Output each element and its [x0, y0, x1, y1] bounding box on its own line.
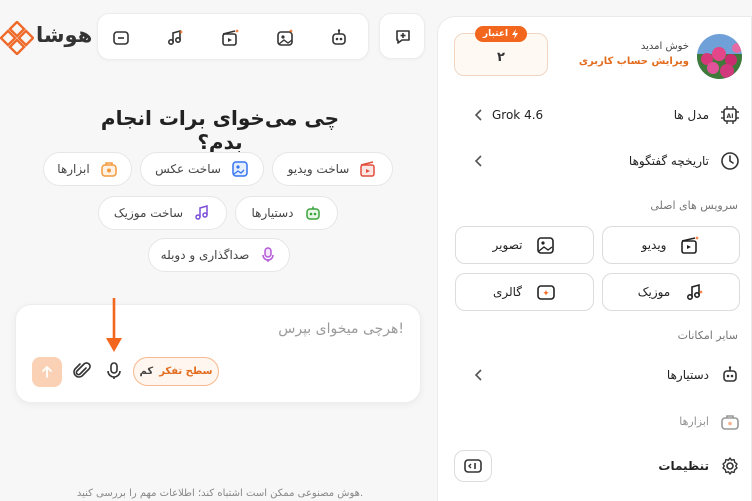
send-button[interactable]	[32, 357, 62, 387]
page-heading: چی می‌خوای برات انجام بدم؟	[100, 106, 340, 154]
clock-icon	[721, 152, 739, 170]
chevron-left-icon	[474, 369, 482, 381]
avatar[interactable]	[697, 34, 742, 79]
music-note-icon	[193, 204, 211, 222]
chat-input[interactable]: هرچی میخوای بپرس!	[278, 321, 404, 337]
chip-label: ساخت ویدیو	[287, 162, 350, 176]
credit-card[interactable]: اعتبار ۲	[454, 26, 548, 76]
thinking-level-button[interactable]: کم سطح تفکر	[133, 357, 219, 386]
tools-row[interactable]: ابزارها	[454, 409, 742, 435]
chevron-left-icon	[474, 155, 482, 167]
chip-create-video[interactable]: ساخت ویدیو	[272, 152, 393, 186]
video-clapper-icon[interactable]	[220, 28, 240, 48]
arrow-up-icon	[42, 366, 52, 378]
credit-badge: اعتبار	[475, 26, 527, 42]
music-note-icon[interactable]	[165, 28, 185, 48]
chip-tools[interactable]: ابزارها	[43, 152, 132, 186]
chat-history-row[interactable]: تاریخچه گفتگوها	[454, 148, 742, 174]
chip-dubbing[interactable]: صداگذاری و دوبله	[148, 238, 290, 272]
assistants-label: دستیارها	[666, 368, 709, 382]
svg-text:AI: AI	[727, 113, 734, 120]
video-clapper-icon	[680, 235, 700, 255]
image-edit-icon[interactable]	[275, 28, 295, 48]
service-label: تصویر	[492, 238, 523, 252]
chip-assistants[interactable]: دستیارها	[235, 196, 338, 230]
edit-profile-link[interactable]: ویرایش حساب کاربری	[560, 56, 689, 67]
new-chat-button[interactable]	[379, 13, 425, 59]
lightning-icon	[512, 29, 519, 39]
chip-label: دستیارها	[251, 206, 294, 220]
welcome-text: خوش امدید	[640, 41, 689, 52]
chevron-left-icon	[474, 109, 482, 121]
chip-create-music[interactable]: ساخت موزیک	[98, 196, 227, 230]
disclaimer-text: هوش مصنوعی ممکن است اشتباه کند؛ اطلاعات …	[76, 488, 364, 499]
top-toolbar	[97, 13, 369, 60]
service-image-button[interactable]: تصویر	[455, 226, 594, 264]
service-label: موزیک	[637, 285, 671, 299]
chip-label: صداگذاری و دوبله	[160, 248, 250, 262]
chat-input-box: هرچی میخوای بپرس! کم سطح تفکر	[15, 304, 421, 403]
service-gallery-button[interactable]: گالری	[455, 273, 594, 311]
robot-icon	[723, 366, 737, 382]
microphone-icon[interactable]	[104, 361, 124, 381]
video-clapper-icon	[359, 160, 377, 178]
tools-label: ابزارها	[679, 415, 709, 428]
service-video-button[interactable]: ویدیو	[602, 226, 740, 264]
thinking-level-value: کم	[139, 366, 154, 377]
annotation-arrow-icon	[104, 296, 124, 356]
model-selector-row[interactable]: Grok 4.6 مدل ها AI	[454, 102, 742, 128]
model-label: مدل ها	[673, 108, 709, 122]
chat-plus-icon	[393, 27, 413, 47]
thinking-level-label: سطح تفکر	[159, 366, 213, 377]
robot-icon	[304, 204, 322, 222]
assistants-row[interactable]: دستیارها	[454, 362, 742, 388]
chat-history-label: تاریخچه گفتگوها	[628, 154, 709, 168]
music-note-icon	[684, 282, 704, 302]
toolbox-icon	[721, 415, 739, 430]
service-music-button[interactable]: موزیک	[602, 273, 740, 311]
other-features-title: سایر امکانات	[677, 329, 738, 342]
image-edit-icon	[536, 235, 556, 255]
image-edit-icon	[231, 160, 249, 178]
collapse-sidebar-button[interactable]	[454, 450, 492, 482]
chip-create-image[interactable]: ساخت عکس	[140, 152, 264, 186]
credit-label: اعتبار	[482, 29, 509, 39]
brand-name: هوشا	[36, 23, 93, 47]
chip-label: ساخت عکس	[155, 162, 221, 176]
chip-label: ساخت موزیک	[113, 206, 184, 220]
avatar-photo	[697, 34, 742, 79]
settings-label: تنظیمات	[658, 459, 709, 473]
logo[interactable]: هوشا	[0, 18, 95, 58]
folder-icon[interactable]	[111, 28, 131, 48]
gear-icon	[722, 457, 738, 475]
settings-row[interactable]: تنظیمات	[454, 453, 742, 479]
robot-icon[interactable]	[329, 28, 349, 48]
ai-chip-icon: AI	[721, 106, 739, 124]
credit-value: ۲	[497, 50, 505, 65]
toolbox-icon	[100, 160, 118, 178]
sidebar-collapse-icon	[464, 459, 482, 473]
main-services-title: سرویس های اصلی	[650, 199, 738, 212]
chip-label: ابزارها	[57, 162, 90, 176]
attach-icon[interactable]	[72, 361, 92, 381]
service-label: گالری	[492, 285, 523, 299]
gallery-folder-icon	[536, 282, 556, 302]
service-label: ویدیو	[641, 238, 667, 252]
model-value: Grok 4.6	[492, 108, 544, 122]
logo-mark-icon	[0, 21, 34, 55]
microphone-icon	[259, 246, 277, 264]
